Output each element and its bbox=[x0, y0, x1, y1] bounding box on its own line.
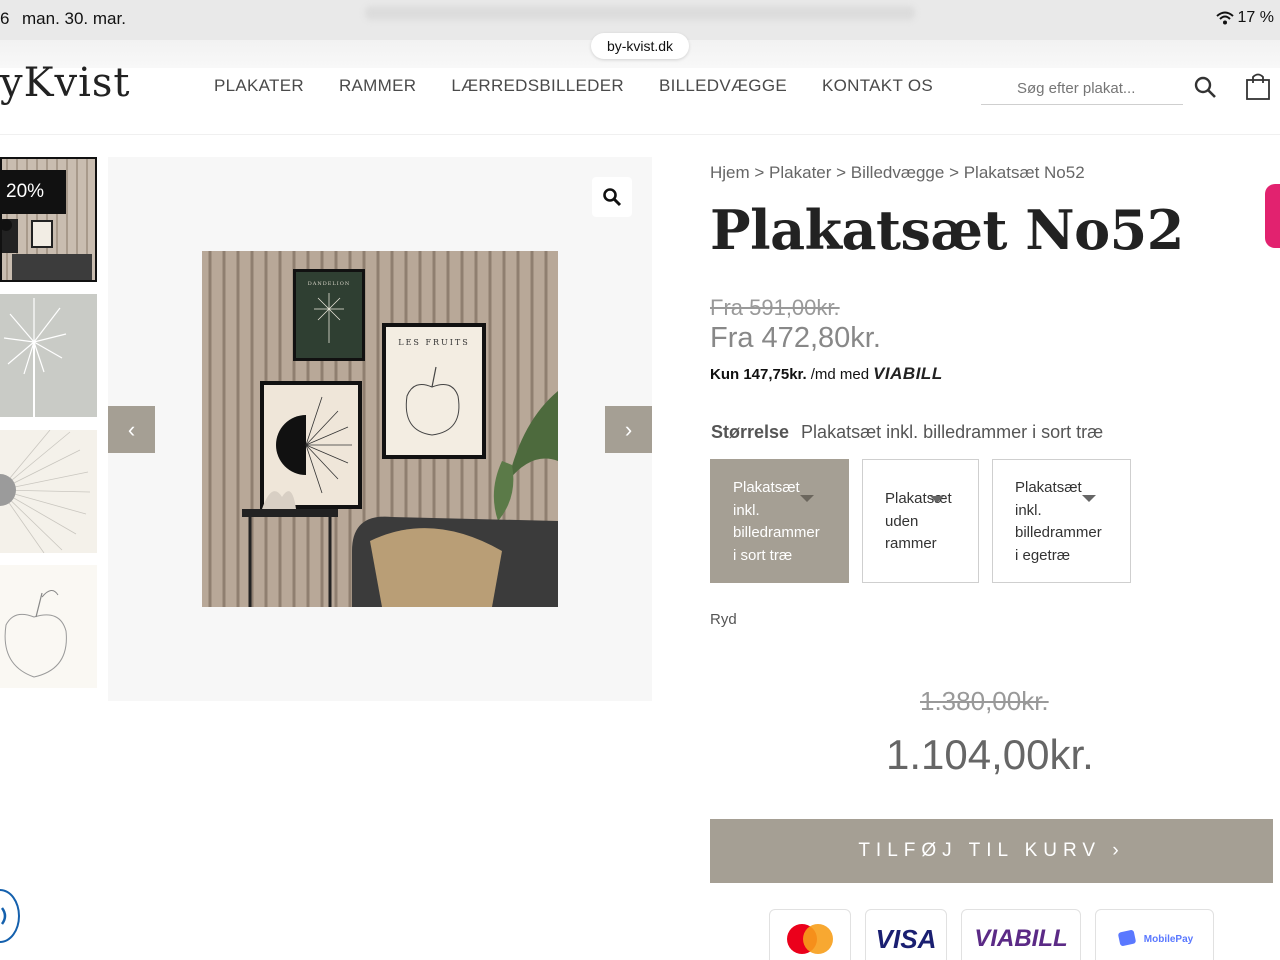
site-logo[interactable]: yKvist bbox=[0, 60, 130, 106]
shopping-bag-icon[interactable] bbox=[1245, 72, 1271, 100]
accessibility-button[interactable] bbox=[0, 889, 20, 943]
size-label: Størrelse bbox=[711, 422, 790, 442]
nav-rammer[interactable]: RAMMER bbox=[339, 76, 416, 96]
mobilepay-card: MobilePay bbox=[1095, 909, 1214, 960]
nav-kontakt[interactable]: KONTAKT OS bbox=[822, 76, 933, 96]
size-attribute: Størrelse Plakatsæt inkl. billedrammer i… bbox=[711, 422, 1103, 443]
side-feedback-tab[interactable] bbox=[1265, 184, 1280, 248]
gallery-prev-button[interactable]: ‹ bbox=[108, 406, 155, 453]
nav-laerredsbilleder[interactable]: LÆRREDSBILLEDER bbox=[451, 76, 624, 96]
sale-price: Fra 472,80kr. bbox=[710, 322, 881, 354]
status-right: 17 % bbox=[1215, 9, 1274, 27]
chevron-down-icon bbox=[930, 496, 944, 503]
mastercard-card bbox=[769, 909, 851, 960]
wifi-icon bbox=[1215, 11, 1234, 25]
chevron-right-icon: › bbox=[624, 416, 633, 442]
viabill-pay-logo: VIABILL bbox=[974, 925, 1068, 952]
total-price: 1.104,00kr. bbox=[886, 731, 1094, 778]
total-original-price: 1.380,00kr. bbox=[920, 686, 1049, 716]
chevron-down-icon bbox=[800, 495, 814, 502]
battery-percent: 17 % bbox=[1237, 9, 1274, 26]
search-icon[interactable] bbox=[1193, 75, 1217, 99]
search-box bbox=[981, 72, 1183, 105]
fruits-poster-title: LES FRUITS bbox=[398, 338, 469, 347]
blurred-tab-strip bbox=[365, 6, 915, 20]
chevron-down-icon bbox=[1082, 495, 1096, 502]
product-title: Plakatsæt No52 bbox=[710, 198, 1184, 262]
visa-logo: VISA bbox=[875, 923, 937, 954]
nav-billedvaegge[interactable]: BILLEDVÆGGE bbox=[659, 76, 787, 96]
size-option-no-frame[interactable]: Plakatsæt uden rammer bbox=[862, 459, 979, 583]
room-photo: DANDELION LES FRUITS bbox=[202, 251, 558, 607]
mastercard-icon bbox=[787, 924, 833, 954]
mobilepay-icon bbox=[1118, 930, 1136, 946]
thumbnail-4-image bbox=[0, 565, 97, 688]
breadcrumb[interactable]: Hjem > Plakater > Billedvægge > Plakatsæ… bbox=[710, 163, 1085, 183]
add-to-cart-button[interactable]: TILFØJ TIL KURV › bbox=[710, 819, 1273, 883]
size-option-label: Plakatsæt inkl. billedrammer i egetræ bbox=[1015, 479, 1102, 564]
installment-suffix: /md med bbox=[810, 365, 870, 383]
gallery-next-button[interactable]: › bbox=[605, 406, 652, 453]
size-option-label: Plakatsæt inkl. billedrammer i sort træ bbox=[733, 479, 820, 564]
accessibility-icon bbox=[0, 907, 7, 925]
thumbnail-2[interactable] bbox=[0, 294, 97, 417]
size-selected-value: Plakatsæt inkl. billedrammer i sort træ bbox=[801, 422, 1104, 442]
mobilepay-label: MobilePay bbox=[1143, 933, 1194, 945]
status-time: 6 bbox=[0, 9, 10, 28]
thumbnail-3[interactable] bbox=[0, 430, 97, 553]
installment-amount: Kun 147,75kr. bbox=[710, 365, 807, 383]
nav-plakater[interactable]: PLAKATER bbox=[214, 76, 304, 96]
original-price: Fra 591,00kr. bbox=[710, 295, 840, 320]
size-option-black-frame[interactable]: Plakatsæt inkl. billedrammer i sort træ bbox=[710, 459, 849, 583]
thumbnail-2-image bbox=[0, 294, 97, 417]
product-main-image[interactable]: DANDELION LES FRUITS bbox=[202, 251, 558, 607]
thumbnail-3-image bbox=[0, 430, 97, 553]
viabill-logo[interactable]: VIABILL bbox=[873, 364, 943, 384]
clear-selection-link[interactable]: Ryd bbox=[710, 611, 737, 628]
installment-info: Kun 147,75kr. /md med VIABILL bbox=[710, 364, 943, 384]
main-nav: PLAKATER RAMMER LÆRREDSBILLEDER BILLEDVÆ… bbox=[214, 76, 933, 96]
thumbnail-4[interactable] bbox=[0, 565, 97, 688]
discount-badge: 20% bbox=[0, 170, 66, 214]
size-option-oak-frame[interactable]: Plakatsæt inkl. billedrammer i egetræ bbox=[992, 459, 1131, 583]
status-date: man. 30. mar. bbox=[22, 9, 126, 28]
viabill-card: VIABILL bbox=[961, 909, 1081, 960]
dandelion-poster-title: DANDELION bbox=[308, 281, 350, 287]
magnifier-icon bbox=[603, 188, 622, 207]
visa-card: VISA bbox=[865, 909, 947, 960]
header-divider bbox=[0, 134, 1280, 135]
chevron-left-icon: ‹ bbox=[127, 416, 136, 442]
zoom-button[interactable] bbox=[592, 177, 632, 217]
search-input[interactable] bbox=[981, 72, 1183, 104]
url-field[interactable]: by-kvist.dk bbox=[591, 33, 689, 59]
